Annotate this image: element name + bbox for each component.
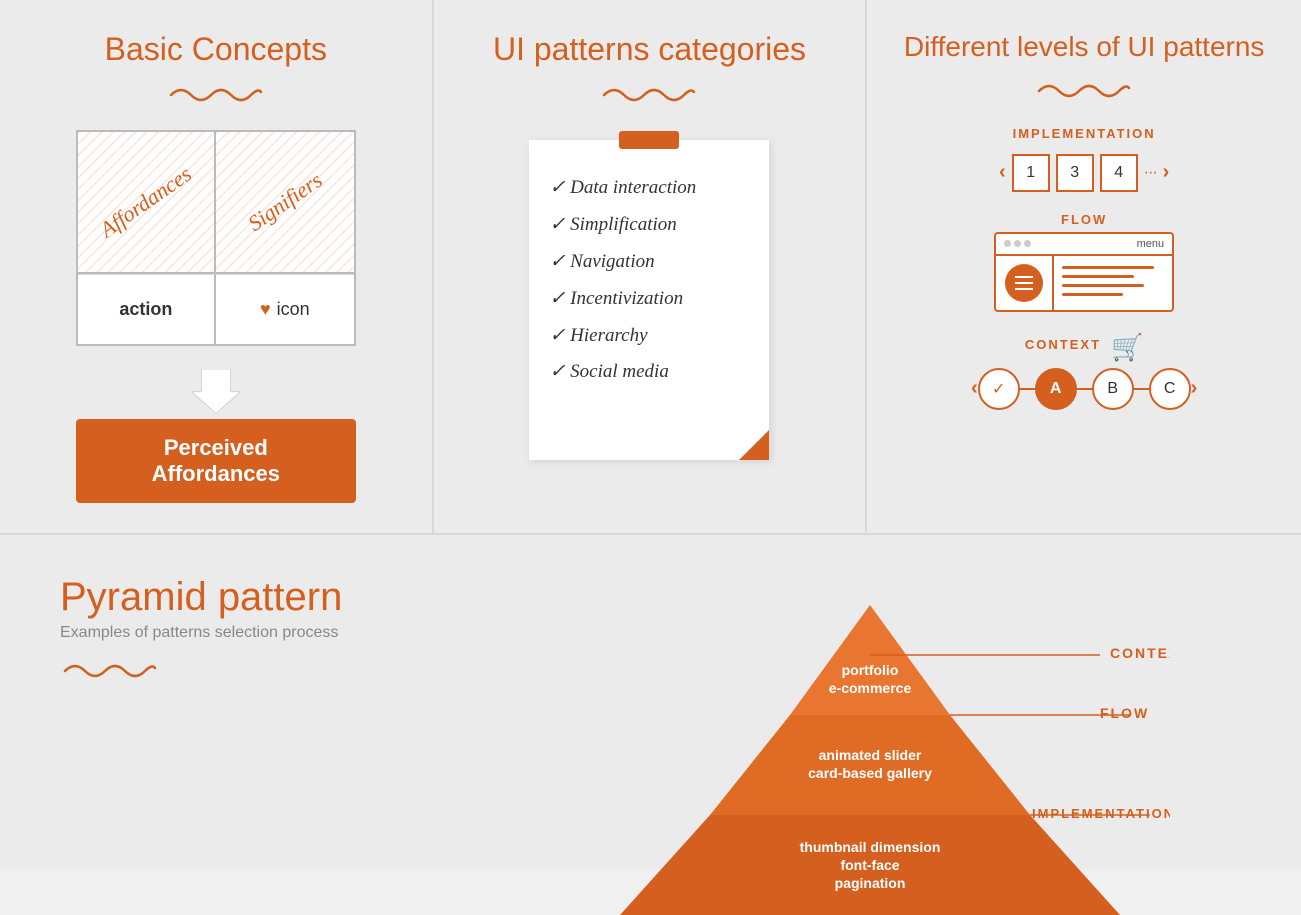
step-check: ✓ <box>978 368 1020 410</box>
pyramid-subtitle: Examples of patterns selection process <box>60 624 440 642</box>
action-label: action <box>119 299 172 320</box>
clipboard-clip <box>619 131 679 149</box>
hamburger-icon <box>1005 264 1043 302</box>
content-line <box>1062 266 1154 269</box>
page-1-button[interactable]: 1 <box>1012 154 1050 192</box>
bottom-squiggle <box>60 666 160 683</box>
cart-icon: 🛒 <box>1111 332 1143 363</box>
hamburger-line <box>1015 282 1033 284</box>
context-prev-button[interactable]: ‹ <box>971 377 978 400</box>
panel2-squiggle <box>599 78 699 110</box>
step-connector <box>1077 388 1092 390</box>
svg-text:thumbnail dimension: thumbnail dimension <box>800 839 941 855</box>
step-connector <box>1020 388 1035 390</box>
panel-ui-patterns: UI patterns categories Data interaction … <box>434 0 868 535</box>
context-label: CONTEXT <box>1025 337 1101 352</box>
pagination-row: ‹ 1 3 4 ··· › <box>999 154 1169 192</box>
bottom-section: Pyramid pattern Examples of patterns sel… <box>0 535 1301 869</box>
svg-text:e-commerce: e-commerce <box>829 680 912 696</box>
signifiers-cell: Signifiers <box>216 132 354 272</box>
browser-content <box>1054 256 1172 310</box>
context-section: CONTEXT 🛒 ‹ ✓ A B C › <box>887 332 1281 410</box>
step-b: B <box>1092 368 1134 410</box>
panel3-squiggle <box>1034 74 1134 106</box>
next-page-button[interactable]: › <box>1163 161 1170 184</box>
browser-header: menu <box>996 234 1172 256</box>
panel-levels: Different levels of UI patterns IMPLEMEN… <box>867 0 1301 535</box>
svg-text:FLOW: FLOW <box>1100 705 1149 721</box>
step-connector <box>1134 388 1149 390</box>
flow-label: FLOW <box>1061 212 1107 227</box>
affordances-cell: Affordances <box>78 132 216 272</box>
panel1-title: Basic Concepts <box>105 30 327 68</box>
list-item: Simplification <box>549 207 749 244</box>
browser-body <box>996 256 1172 310</box>
hamburger-area <box>996 256 1054 310</box>
page-3-button[interactable]: 3 <box>1056 154 1094 192</box>
icon-label: ♥ icon <box>260 299 310 320</box>
pyramid-chart: portfolio e-commerce CONTEXT animated sl… <box>570 575 1170 915</box>
svg-text:font-face: font-face <box>841 857 900 873</box>
main-grid: Basic Concepts <box>0 0 1301 869</box>
list-item: Social media <box>549 354 749 391</box>
svg-text:card-based gallery: card-based gallery <box>809 765 933 781</box>
arrow-down-icon <box>186 369 246 414</box>
content-line <box>1062 275 1133 278</box>
context-steps-row: ‹ ✓ A B C › <box>971 368 1197 410</box>
levels-section: IMPLEMENTATION ‹ 1 3 4 ··· › FLOW <box>887 126 1281 410</box>
clipboard-corner <box>739 430 769 460</box>
list-item: Incentivization <box>549 281 749 318</box>
icon-cell: ♥ icon <box>216 274 354 344</box>
menu-label: menu <box>1034 238 1164 250</box>
perceived-affordances-label: Perceived Affordances <box>76 419 356 503</box>
step-c: C <box>1149 368 1191 410</box>
svg-text:pagination: pagination <box>835 875 906 891</box>
context-next-button[interactable]: › <box>1191 377 1198 400</box>
heart-icon: ♥ <box>260 299 271 320</box>
svg-text:portfolio: portfolio <box>842 662 899 678</box>
content-line <box>1062 293 1123 296</box>
list-item: Data interaction <box>549 170 749 207</box>
list-item: Hierarchy <box>549 318 749 355</box>
content-line <box>1062 284 1144 287</box>
step-a: A <box>1035 368 1077 410</box>
panel1-squiggle <box>166 78 266 110</box>
clipboard-list: Data interaction Simplification Navigati… <box>549 170 749 391</box>
bottom-left: Pyramid pattern Examples of patterns sel… <box>0 575 440 684</box>
svg-text:animated slider: animated slider <box>819 747 922 763</box>
browser-mockup: menu <box>994 232 1174 312</box>
pyramid-container: portfolio e-commerce CONTEXT animated sl… <box>440 575 1301 915</box>
pagination-dots: ··· <box>1144 164 1157 182</box>
hamburger-line <box>1015 276 1033 278</box>
panel3-title: Different levels of UI patterns <box>904 30 1265 64</box>
prev-page-button[interactable]: ‹ <box>999 161 1006 184</box>
panel2-title: UI patterns categories <box>493 30 806 68</box>
page-4-button[interactable]: 4 <box>1100 154 1138 192</box>
pyramid-title: Pyramid pattern <box>60 575 440 619</box>
flow-section: FLOW menu <box>887 212 1281 312</box>
svg-text:CONTEXT: CONTEXT <box>1110 645 1170 661</box>
clipboard: Data interaction Simplification Navigati… <box>529 140 769 460</box>
list-item: Navigation <box>549 244 749 281</box>
svg-text:IMPLEMENTATION: IMPLEMENTATION <box>1032 806 1170 821</box>
panel-basic-concepts: Basic Concepts <box>0 0 434 535</box>
action-cell: action <box>78 274 216 344</box>
hamburger-line <box>1015 288 1033 290</box>
implementation-label: IMPLEMENTATION <box>1013 126 1156 141</box>
